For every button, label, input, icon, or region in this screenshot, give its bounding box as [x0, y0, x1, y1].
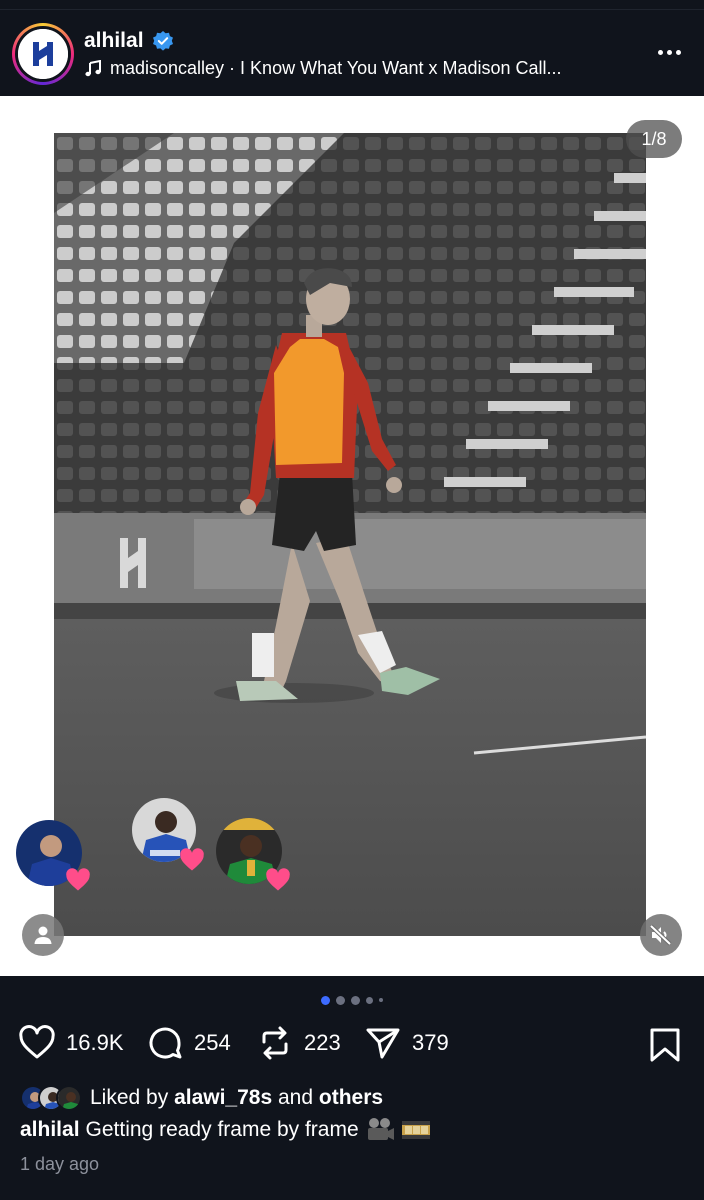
- verified-icon: [153, 31, 173, 51]
- post-caption: alhilal Getting ready frame by frame: [20, 1117, 431, 1143]
- carousel-dot: [366, 996, 373, 1004]
- carousel-dot: [379, 998, 383, 1002]
- heart-reaction-icon: [266, 868, 290, 891]
- carousel-dot: [336, 995, 345, 1005]
- film-frames-icon: [401, 1121, 430, 1139]
- liked-by-avatar: [56, 1085, 82, 1111]
- post-timestamp: 1 day ago: [20, 1154, 100, 1174]
- carousel-dot-active: [321, 995, 330, 1005]
- comment-count: 254: [194, 1030, 231, 1055]
- repost-count: 223: [304, 1030, 341, 1055]
- alhilal-logo-icon: [18, 29, 68, 79]
- audio-track[interactable]: madisoncalley · I Know What You Want x M…: [84, 58, 562, 79]
- more-options-button[interactable]: [654, 40, 684, 64]
- share-icon: [366, 1028, 400, 1059]
- carousel-dot: [351, 995, 360, 1005]
- carousel-indicator: [0, 994, 704, 1006]
- music-icon: [85, 59, 101, 76]
- caption-text: Getting ready frame by frame: [85, 1118, 359, 1141]
- liked-by-row[interactable]: Liked by alawi_78s and others: [20, 1084, 383, 1112]
- post-header: alhilal madisoncalley · I Know What You …: [0, 10, 704, 96]
- caption-username[interactable]: alhilal: [20, 1118, 80, 1142]
- like-button[interactable]: 16.9K: [18, 1024, 124, 1062]
- like-count: 16.9K: [66, 1030, 124, 1055]
- repost-icon: [262, 1026, 288, 1060]
- heart-reaction-icon: [66, 868, 90, 891]
- muted-icon: [649, 924, 672, 946]
- liked-by-text: Liked by alawi_78s and others: [90, 1086, 384, 1109]
- heart-reaction-icon: [180, 848, 204, 871]
- bookmark-icon[interactable]: [648, 1027, 682, 1063]
- post-media[interactable]: 1/8: [0, 96, 704, 976]
- liked-by-others-link[interactable]: others: [319, 1086, 383, 1109]
- media-counter: 1/8: [626, 120, 682, 158]
- more-icon: [657, 49, 663, 55]
- movie-camera-icon: [367, 1118, 394, 1140]
- share-count: 379: [412, 1030, 449, 1055]
- status-divider: [0, 0, 704, 10]
- post-username[interactable]: alhilal: [84, 29, 144, 53]
- tagged-users-button[interactable]: [22, 914, 64, 956]
- liked-by-user-link[interactable]: alawi_78s: [174, 1086, 272, 1109]
- heart-icon: [19, 1025, 55, 1059]
- mute-toggle-button[interactable]: [640, 914, 682, 956]
- comment-icon: [149, 1027, 182, 1059]
- share-button[interactable]: 379: [364, 1024, 449, 1062]
- profile-avatar[interactable]: [12, 23, 74, 85]
- action-bar: 16.9K 254 223 379: [0, 1020, 704, 1070]
- user-tag-icon: [34, 926, 52, 944]
- repost-button[interactable]: 223: [256, 1024, 341, 1062]
- comment-button[interactable]: 254: [146, 1024, 231, 1062]
- audio-label: madisoncalley · I Know What You Want x M…: [110, 58, 562, 78]
